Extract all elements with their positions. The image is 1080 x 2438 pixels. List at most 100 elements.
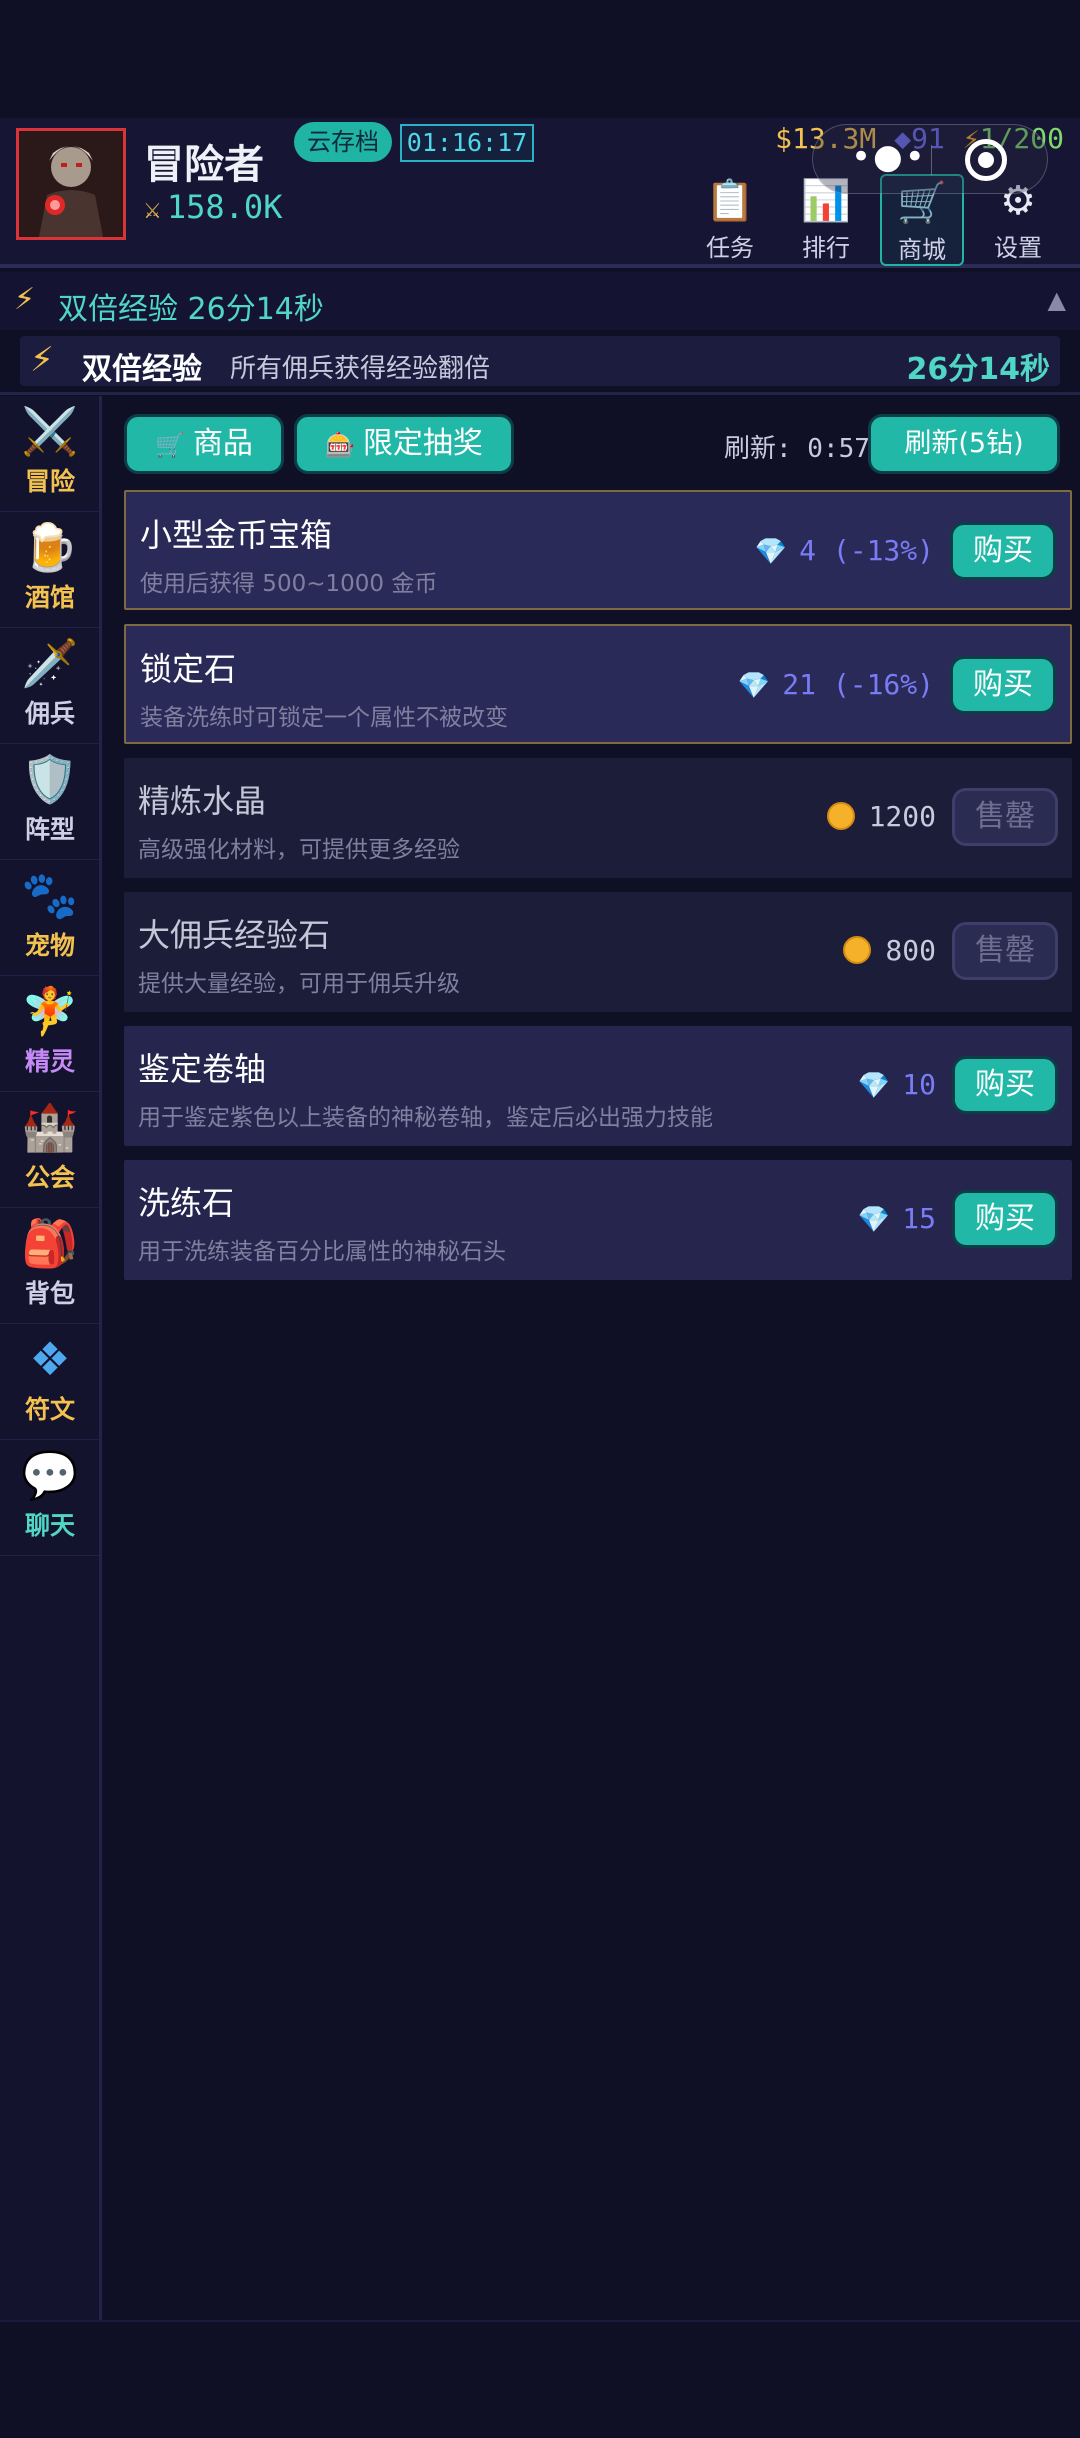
nav-label: 任务 [706, 234, 754, 262]
paw-icon: 🐾 [21, 868, 79, 922]
lightning-icon: ⚡ [30, 340, 54, 380]
sidebar-item-label: 公会 [24, 1163, 75, 1192]
sidebar-item-guild[interactable]: 🏰 公会 [0, 1092, 100, 1208]
shop-item: 小型金币宝箱 使用后获得 500~1000 金币 💎 4 (-13%) 购买 [124, 490, 1072, 610]
event-banner-title: 双倍经验 26分14秒 [58, 292, 324, 327]
combat-power: ⚔ 158.0K [144, 188, 282, 226]
sidebar: ⚔️ 冒险 🍺 酒馆 🗡️ 佣兵 🛡️ 阵型 🐾 宠物 🧚 精灵 🏰 公会 🎒 … [0, 396, 100, 2320]
diamond-icon: 💎 [857, 1071, 891, 1101]
nav-label: 商城 [898, 236, 946, 264]
item-name: 精炼水晶 [138, 782, 267, 820]
item-name: 鉴定卷轴 [138, 1050, 267, 1088]
diamond-icon: 💎 [737, 671, 771, 701]
item-description: 使用后获得 500~1000 金币 [140, 571, 438, 597]
sidebar-item-label: 酒馆 [24, 583, 75, 612]
item-price-value: 21 (-16%) [782, 668, 934, 701]
item-description: 用于洗练装备百分比属性的神秘石头 [138, 1239, 506, 1265]
cart-icon: 🛒 [155, 431, 185, 459]
clipboard-icon: 📋 [705, 178, 755, 224]
item-price: 💎 10 [858, 1068, 936, 1101]
gold-coin-icon [843, 936, 872, 964]
combat-power-value: 158.0K [166, 188, 283, 226]
item-name: 小型金币宝箱 [140, 516, 333, 554]
buy-button[interactable]: 购买 [952, 1056, 1058, 1114]
sidebar-item-adventure[interactable]: ⚔️ 冒险 [0, 396, 100, 512]
shop-item: 锁定石 装备洗练时可锁定一个属性不被改变 💎 21 (-16%) 购买 [124, 624, 1072, 744]
shop-item: 精炼水晶 高级强化材料，可提供更多经验 1200 售罄 [124, 758, 1072, 878]
item-price-value: 15 [902, 1202, 936, 1235]
shop-item: 大佣兵经验石 提供大量经验，可用于佣兵升级 800 售罄 [124, 892, 1072, 1012]
diamond-icon: 💎 [754, 537, 788, 567]
beer-mug-icon: 🍺 [21, 520, 79, 574]
event-description: 所有佣兵获得经验翻倍 [230, 354, 491, 384]
sidebar-item-label: 聊天 [24, 1511, 75, 1540]
sidebar-item-label: 符文 [24, 1395, 75, 1424]
item-description: 用于鉴定紫色以上装备的神秘卷轴，鉴定后必出强力技能 [138, 1105, 713, 1131]
item-price: 💎 21 (-16%) [738, 668, 934, 701]
sidebar-item-label: 背包 [24, 1279, 75, 1308]
sidebar-item-label: 精灵 [24, 1047, 75, 1076]
sidebar-item-tavern[interactable]: 🍺 酒馆 [0, 512, 100, 628]
sidebar-item-spirit[interactable]: 🧚 精灵 [0, 976, 100, 1092]
chat-bubble-icon: 💬 [21, 1448, 79, 1502]
event-banner[interactable]: ⚡ 双倍经验 26分14秒 ▲ [0, 272, 1080, 330]
sold-out-button: 售罄 [952, 922, 1058, 980]
nav-label: 排行 [802, 234, 850, 262]
item-price-value: 1200 [868, 800, 936, 833]
sidebar-item-label: 佣兵 [24, 699, 75, 728]
event-detail-panel: ⚡ 双倍经验 所有佣兵获得经验翻倍 26分14秒 [20, 336, 1060, 387]
event-title: 双倍经验 [82, 352, 202, 387]
sidebar-item-label: 阵型 [24, 815, 75, 844]
tab-label: 限定抽奖 [362, 426, 483, 461]
sidebar-item-rune[interactable]: ❖ 符文 [0, 1324, 100, 1440]
more-icon[interactable]: •●• [851, 137, 927, 177]
sidebar-item-mercenary[interactable]: 🗡️ 佣兵 [0, 628, 100, 744]
sidebar-divider [99, 396, 102, 2320]
tab-label: 商品 [192, 426, 253, 461]
item-description: 高级强化材料，可提供更多经验 [138, 837, 460, 863]
buy-button[interactable]: 购买 [950, 522, 1056, 580]
item-price: 800 [843, 934, 936, 967]
nav-label: 设置 [994, 234, 1042, 262]
dagger-icon: 🗡️ [21, 636, 79, 690]
item-description: 装备洗练时可锁定一个属性不被改变 [140, 705, 508, 731]
buy-button[interactable]: 购买 [952, 1190, 1058, 1248]
session-timer: 01:16:17 [400, 124, 534, 162]
sidebar-item-pet[interactable]: 🐾 宠物 [0, 860, 100, 976]
sidebar-item-label: 宠物 [24, 931, 75, 960]
miniprogram-capsule: •●• [812, 124, 1048, 194]
player-name: 冒险者 [144, 142, 264, 188]
crossed-swords-icon: ⚔️ [21, 404, 79, 458]
item-price-value: 4 (-13%) [799, 534, 934, 567]
cloud-save-button[interactable]: 云存档 [294, 122, 392, 162]
item-price-value: 10 [902, 1068, 936, 1101]
item-price: 💎 15 [858, 1202, 936, 1235]
tab-limited-lottery[interactable]: 🎰 限定抽奖 [294, 414, 514, 474]
item-name: 锁定石 [140, 650, 237, 688]
event-remaining-time: 26分14秒 [906, 352, 1051, 387]
refresh-button[interactable]: 刷新(5钻) [868, 414, 1060, 474]
sidebar-item-chat[interactable]: 💬 聊天 [0, 1440, 100, 1556]
sidebar-item-backpack[interactable]: 🎒 背包 [0, 1208, 100, 1324]
fairy-icon: 🧚 [21, 984, 79, 1038]
shop-item: 洗练石 用于洗练装备百分比属性的神秘石头 💎 15 购买 [124, 1160, 1072, 1280]
item-name: 洗练石 [138, 1184, 235, 1222]
shop-item: 鉴定卷轴 用于鉴定紫色以上装备的神秘卷轴，鉴定后必出强力技能 💎 10 购买 [124, 1026, 1072, 1146]
sidebar-item-label: 冒险 [24, 467, 75, 496]
slot-machine-icon: 🎰 [325, 431, 355, 459]
close-icon[interactable] [965, 139, 1007, 181]
item-price: 💎 4 (-13%) [755, 534, 934, 567]
tab-goods[interactable]: 🛒 商品 [124, 414, 284, 474]
lightning-icon: ⚡ [14, 282, 36, 317]
sidebar-item-formation[interactable]: 🛡️ 阵型 [0, 744, 100, 860]
avatar[interactable] [16, 128, 126, 240]
divider [0, 392, 1080, 395]
diamond-icon: 💎 [857, 1205, 891, 1235]
backpack-icon: 🎒 [21, 1216, 79, 1270]
shield-icon: 🛡️ [21, 752, 79, 806]
sold-out-button: 售罄 [952, 788, 1058, 846]
nav-tasks-button[interactable]: 📋 任务 [688, 174, 772, 266]
collapse-triangle-icon[interactable]: ▲ [1048, 286, 1066, 314]
buy-button[interactable]: 购买 [950, 656, 1056, 714]
item-name: 大佣兵经验石 [138, 916, 331, 954]
